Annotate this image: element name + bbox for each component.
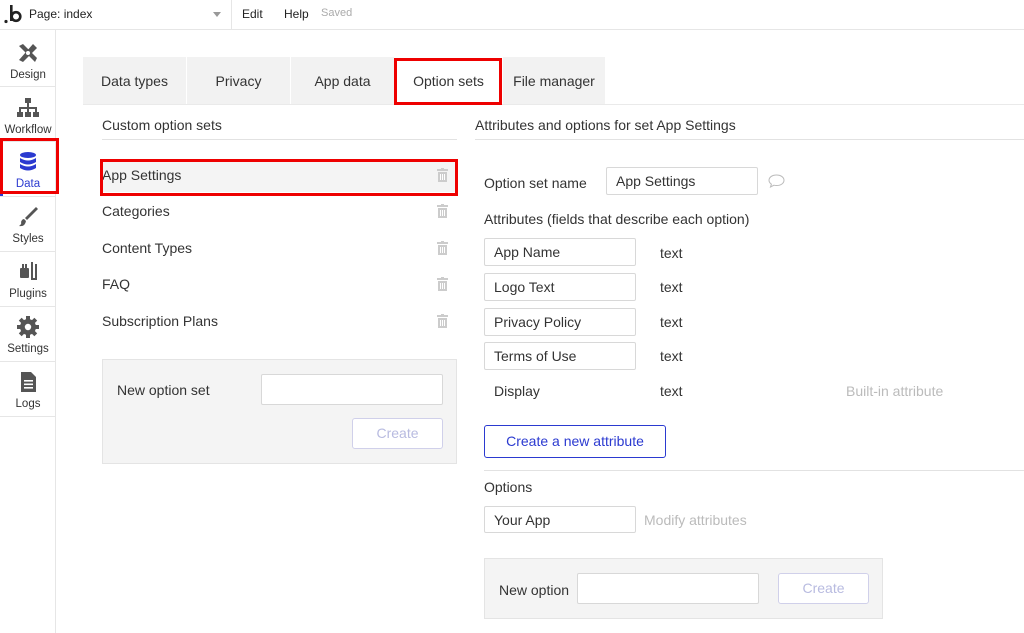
- create-option-button[interactable]: Create: [778, 573, 869, 604]
- custom-option-sets-title: Custom option sets: [102, 117, 222, 133]
- option-set-label: App Settings: [102, 167, 182, 183]
- option-set-content-types[interactable]: Content Types: [102, 232, 456, 265]
- design-icon: [19, 44, 37, 62]
- attribute-type: text: [660, 383, 683, 399]
- divider: [102, 139, 457, 140]
- workflow-icon: [17, 98, 39, 117]
- sidebar-item-label: Settings: [7, 343, 49, 355]
- option-set-faq[interactable]: FAQ: [102, 268, 456, 301]
- create-attribute-button[interactable]: Create a new attribute: [484, 425, 666, 458]
- option-set-label: FAQ: [102, 276, 131, 292]
- sidebar-item-label: Logs: [15, 398, 41, 410]
- option-set-name-field[interactable]: App Settings: [606, 167, 758, 195]
- sidebar-item-design[interactable]: Design: [0, 33, 56, 87]
- gear-icon: [17, 316, 39, 338]
- trash-icon[interactable]: [437, 168, 448, 182]
- modify-attributes-link[interactable]: Modify attributes: [644, 512, 747, 528]
- trash-icon[interactable]: [437, 314, 448, 328]
- option-set-subscription-plans[interactable]: Subscription Plans: [102, 305, 456, 338]
- top-bar: Page: index Edit Help Saved: [0, 0, 1024, 30]
- new-option-set-input[interactable]: [261, 374, 443, 405]
- sidebar-item-styles[interactable]: Styles: [0, 197, 56, 251]
- chevron-down-icon[interactable]: [213, 12, 221, 17]
- bubble-logo-icon[interactable]: [3, 2, 25, 26]
- edit-menu[interactable]: Edit: [242, 7, 263, 21]
- trash-icon[interactable]: [437, 277, 448, 291]
- new-option-set-label: New option set: [117, 382, 210, 398]
- attribute-type[interactable]: text: [660, 245, 683, 261]
- saved-status: Saved: [321, 7, 353, 19]
- divider: [231, 0, 232, 30]
- document-icon: [21, 372, 36, 392]
- divider: [475, 139, 1024, 140]
- tab-option-sets[interactable]: Option sets: [395, 57, 503, 104]
- attribute-type[interactable]: text: [660, 348, 683, 364]
- tab-bar: Data types Privacy App data Option sets …: [83, 57, 606, 104]
- page-selector[interactable]: Page: index: [29, 7, 92, 21]
- create-option-set-button[interactable]: Create: [352, 418, 443, 449]
- divider: [484, 470, 1024, 471]
- sidebar-item-data[interactable]: Data: [0, 142, 56, 196]
- trash-icon[interactable]: [437, 241, 448, 255]
- sidebar-item-workflow[interactable]: Workflow: [0, 88, 56, 142]
- sidebar-item-label: Data: [15, 178, 41, 190]
- option-set-app-settings[interactable]: App Settings: [102, 159, 456, 192]
- comment-icon[interactable]: [768, 174, 785, 188]
- sidebar-item-label: Plugins: [9, 288, 47, 300]
- attribute-name-field[interactable]: App Name: [484, 238, 636, 266]
- sidebar-item-label: Workflow: [4, 124, 52, 136]
- tab-underline: [83, 104, 1024, 105]
- tab-file-manager[interactable]: File manager: [503, 57, 606, 104]
- attribute-type[interactable]: text: [660, 279, 683, 295]
- option-value-field[interactable]: Your App: [484, 506, 636, 533]
- trash-icon[interactable]: [437, 204, 448, 218]
- help-menu[interactable]: Help: [284, 7, 309, 21]
- brush-icon: [19, 207, 38, 227]
- option-set-label: Content Types: [102, 240, 193, 256]
- sidebar-item-label: Styles: [12, 233, 44, 245]
- attribute-name-field[interactable]: Terms of Use: [484, 342, 636, 370]
- left-sidebar: Design Workflow Data Styles Plugins Sett…: [0, 30, 56, 633]
- attribute-name-field[interactable]: Privacy Policy: [484, 308, 636, 336]
- sidebar-item-plugins[interactable]: Plugins: [0, 252, 56, 306]
- tab-app-data[interactable]: App data: [291, 57, 395, 104]
- option-set-label: Subscription Plans: [102, 313, 218, 329]
- database-icon: [20, 152, 36, 171]
- option-set-label: Categories: [102, 203, 170, 219]
- attribute-name-field[interactable]: Logo Text: [484, 273, 636, 301]
- tab-data-types[interactable]: Data types: [83, 57, 187, 104]
- new-option-panel: New option Create: [484, 558, 883, 619]
- attribute-name-builtin: Display: [494, 383, 540, 399]
- new-option-label: New option: [499, 582, 570, 598]
- plug-icon: [20, 262, 37, 280]
- tab-privacy[interactable]: Privacy: [187, 57, 291, 104]
- option-set-categories[interactable]: Categories: [102, 195, 456, 228]
- built-in-attribute-note: Built-in attribute: [846, 383, 944, 399]
- options-heading: Options: [484, 479, 533, 495]
- option-set-name-label: Option set name: [484, 175, 587, 191]
- attributes-heading: Attributes (fields that describe each op…: [484, 211, 750, 227]
- new-option-set-panel: New option set Create: [102, 359, 457, 464]
- attribute-type[interactable]: text: [660, 314, 683, 330]
- sidebar-item-label: Design: [10, 69, 46, 81]
- new-option-input[interactable]: [577, 573, 759, 604]
- sidebar-item-logs[interactable]: Logs: [0, 362, 56, 416]
- sidebar-item-settings[interactable]: Settings: [0, 307, 56, 361]
- attributes-panel-title: Attributes and options for set App Setti…: [475, 117, 736, 133]
